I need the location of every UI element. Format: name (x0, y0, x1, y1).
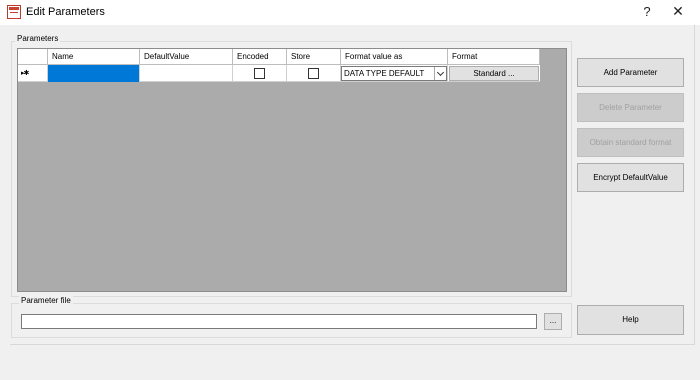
column-header-store[interactable]: Store (287, 49, 341, 65)
app-icon (7, 5, 21, 19)
obtain-standard-format-button[interactable]: Obtain standard format (577, 128, 684, 157)
parameters-grid[interactable]: Name DefaultValue Encoded Store Format v… (17, 48, 567, 292)
format-value-as-cell: DATA TYPE DEFAULT (341, 65, 448, 82)
column-header-defaultvalue[interactable]: DefaultValue (140, 49, 233, 65)
add-parameter-button[interactable]: Add Parameter (577, 58, 684, 87)
encoded-checkbox[interactable] (254, 68, 265, 79)
format-value-as-select[interactable]: DATA TYPE DEFAULT (341, 66, 447, 81)
store-checkbox[interactable] (308, 68, 319, 79)
header-row-selector (18, 49, 48, 65)
table-row[interactable]: ▸✱ DATA TYPE DEFAULT Standard ... (18, 65, 540, 82)
encrypt-defaultvalue-button[interactable]: Encrypt DefaultValue (577, 163, 684, 192)
dialog-border-right (694, 25, 695, 345)
column-header-name[interactable]: Name (48, 49, 140, 65)
grid-header: Name DefaultValue Encoded Store Format v… (18, 49, 540, 65)
store-cell (287, 65, 341, 82)
name-cell[interactable] (48, 65, 140, 82)
format-cell: Standard ... (448, 65, 540, 82)
encoded-cell (233, 65, 287, 82)
close-icon-button[interactable]: ✕ (670, 3, 686, 20)
column-header-encoded[interactable]: Encoded (233, 49, 287, 65)
format-standard-button[interactable]: Standard ... (449, 66, 539, 81)
row-indicator-icon[interactable]: ▸✱ (18, 65, 48, 82)
browse-button[interactable]: ... (544, 313, 562, 330)
defaultvalue-cell[interactable] (140, 65, 233, 82)
delete-parameter-button[interactable]: Delete Parameter (577, 93, 684, 122)
format-value-as-value: DATA TYPE DEFAULT (344, 69, 425, 78)
chevron-down-icon[interactable] (434, 67, 446, 80)
help-icon-button[interactable]: ? (640, 4, 654, 19)
parameter-file-input[interactable] (21, 314, 537, 329)
help-button[interactable]: Help (577, 305, 684, 335)
column-header-format-value-as[interactable]: Format value as (341, 49, 448, 65)
dialog-border-bottom (10, 344, 695, 345)
parameters-group-label: Parameters (15, 34, 61, 43)
parameter-file-label: Parameter file (19, 296, 73, 305)
title-bar: Edit Parameters ? ✕ (0, 0, 700, 25)
window-title: Edit Parameters (26, 6, 105, 18)
column-header-format[interactable]: Format (448, 49, 540, 65)
